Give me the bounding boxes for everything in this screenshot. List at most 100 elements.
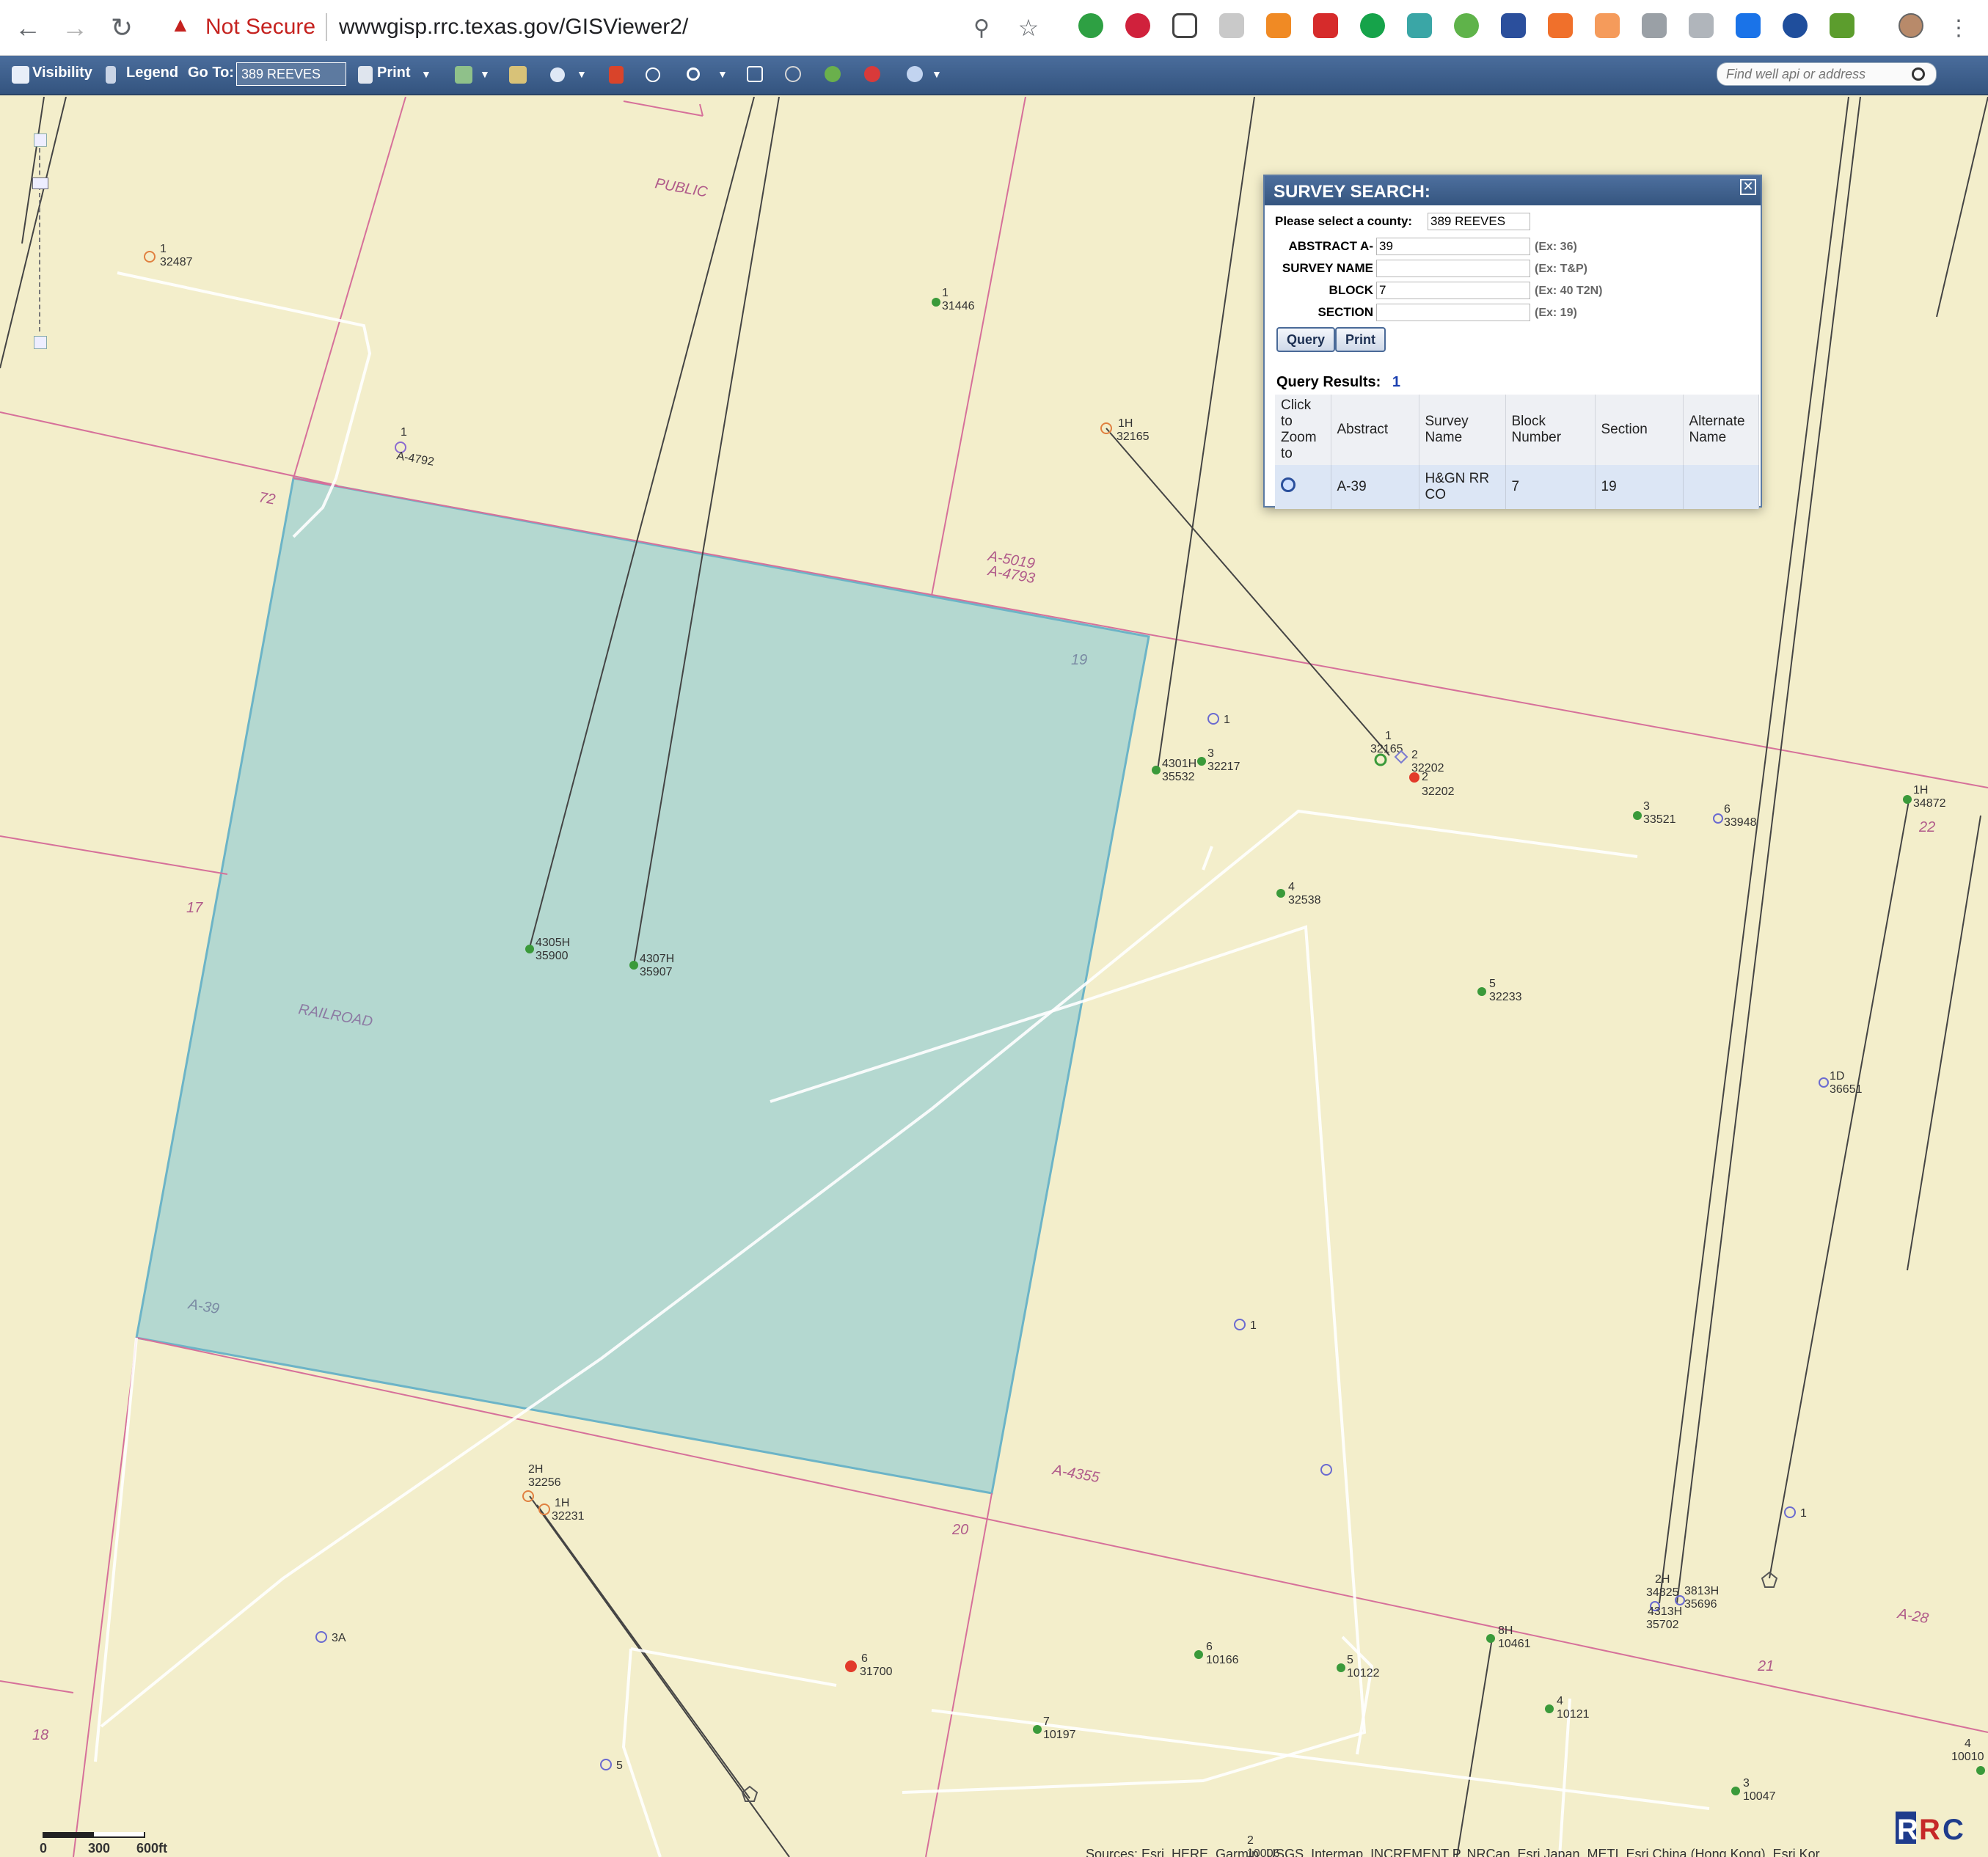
column-header: Block Number	[1505, 395, 1596, 465]
rrc-logo: R R C	[1893, 1806, 1973, 1850]
svg-text:1H: 1H	[1118, 417, 1133, 430]
clear-icon[interactable]	[864, 66, 880, 82]
scale-label: 600ft	[136, 1841, 168, 1856]
shield-icon[interactable]	[1407, 13, 1432, 38]
back-icon[interactable]: ←	[10, 10, 45, 45]
reload-icon[interactable]: ↻	[104, 10, 139, 45]
svg-text:31700: 31700	[860, 1666, 893, 1678]
globe-icon[interactable]	[825, 66, 841, 82]
table-row[interactable]: A-39 H&GN RR CO 7 19	[1275, 465, 1759, 509]
screenshot-icon[interactable]	[1172, 13, 1197, 38]
analytics-icon[interactable]	[1266, 13, 1291, 38]
pan-icon[interactable]	[785, 66, 801, 82]
zoom-track[interactable]	[39, 148, 42, 332]
chevron-down-icon[interactable]: ▼	[932, 68, 942, 80]
zoom-icon[interactable]: ⚲	[964, 10, 999, 45]
well-search-input[interactable]	[1717, 62, 1937, 86]
zoom-to-cell[interactable]	[1275, 465, 1331, 509]
grid-icon[interactable]	[1689, 13, 1714, 38]
svg-text:5: 5	[1347, 1654, 1353, 1666]
column-header: Section	[1595, 395, 1684, 465]
section-label: 22	[1918, 819, 1935, 835]
svg-text:7: 7	[1043, 1715, 1050, 1728]
drive-icon[interactable]	[1219, 13, 1244, 38]
chevron-down-icon[interactable]: ▼	[717, 68, 728, 80]
zoom-extent-icon[interactable]	[747, 66, 763, 82]
code-icon[interactable]	[1642, 13, 1667, 38]
help-icon[interactable]	[907, 66, 923, 82]
grammarly-icon[interactable]	[1360, 13, 1385, 38]
svg-text:5: 5	[1489, 978, 1496, 990]
section-example: (Ex: 19)	[1535, 307, 1577, 319]
section-label: 18	[32, 1727, 48, 1743]
query-button[interactable]: Query	[1276, 327, 1336, 352]
well-marker: 3A	[315, 1631, 346, 1644]
crosshair-icon[interactable]	[646, 67, 660, 82]
svg-text:2H: 2H	[528, 1463, 543, 1476]
svg-text:35702: 35702	[1646, 1619, 1679, 1631]
well-marker: 1 A-4792	[395, 426, 435, 469]
block-label: BLOCK	[1329, 283, 1373, 297]
address-bar[interactable]: wwwgisp.rrc.texas.gov/GISViewer2/	[339, 15, 688, 40]
svg-text:6: 6	[1206, 1641, 1213, 1653]
zoom-in-button[interactable]	[34, 133, 47, 147]
survey-search-panel: SURVEY SEARCH: ✕ Please select a county:…	[1263, 175, 1762, 509]
survey-name-field[interactable]	[1376, 260, 1530, 277]
zoom-handle[interactable]	[32, 177, 48, 189]
well-marker: 432538	[1276, 881, 1321, 906]
svg-text:6: 6	[861, 1652, 868, 1665]
book-icon[interactable]	[1501, 13, 1526, 38]
svg-text:2: 2	[1422, 771, 1428, 783]
zoom-in-icon[interactable]	[1281, 477, 1296, 492]
basemap-icon[interactable]	[455, 66, 472, 84]
well-marker: 8H10461	[1486, 1625, 1531, 1650]
block-field[interactable]	[1376, 282, 1530, 299]
close-icon[interactable]: ✕	[1740, 179, 1756, 195]
county-field[interactable]	[1428, 213, 1530, 230]
layers-icon[interactable]	[509, 66, 527, 84]
security-indicator[interactable]: Not Secure	[205, 15, 315, 40]
chevron-down-icon[interactable]: ▼	[480, 68, 490, 80]
houzz-icon[interactable]	[1830, 13, 1854, 38]
chevron-down-icon[interactable]: ▼	[421, 68, 431, 80]
hubspot-sprocket-icon[interactable]	[1595, 13, 1620, 38]
extension-icon[interactable]	[1078, 13, 1103, 38]
print-button[interactable]: Print	[377, 65, 411, 81]
hubspot-icon[interactable]	[1548, 13, 1573, 38]
section-label: 21	[1757, 1658, 1774, 1674]
lifebuoy-icon[interactable]	[1783, 13, 1808, 38]
svg-text:4: 4	[1288, 881, 1295, 893]
abstract-label: A-4355	[1050, 1462, 1101, 1486]
extension-icon[interactable]	[1313, 13, 1338, 38]
legend-button[interactable]: Legend	[126, 65, 178, 81]
flag-icon[interactable]	[609, 66, 624, 84]
svg-text:1H: 1H	[555, 1497, 569, 1509]
forward-icon[interactable]: →	[57, 10, 92, 45]
section-label: SECTION	[1318, 305, 1373, 319]
visibility-button[interactable]: Visibility	[32, 65, 92, 81]
well-marker: 232202	[1394, 749, 1444, 774]
video-icon[interactable]	[1736, 13, 1761, 38]
search-icon[interactable]	[1912, 67, 1925, 81]
info-icon[interactable]	[550, 67, 565, 82]
print-button[interactable]: Print	[1335, 327, 1386, 352]
svg-text:1: 1	[1385, 730, 1392, 742]
menu-kebab-icon[interactable]: ⋮	[1941, 10, 1976, 45]
pinterest-icon[interactable]	[1125, 13, 1150, 38]
search-icon[interactable]	[687, 67, 700, 81]
svg-text:1: 1	[160, 243, 167, 255]
chevron-down-icon[interactable]: ▼	[577, 68, 587, 80]
section-field[interactable]	[1376, 304, 1530, 321]
zoom-slider[interactable]	[32, 133, 50, 354]
profile-avatar[interactable]	[1899, 13, 1923, 38]
abstract-field[interactable]	[1376, 238, 1530, 255]
goto-county-input[interactable]	[236, 62, 346, 86]
zoom-out-button[interactable]	[34, 336, 47, 349]
abstract-example: (Ex: 36)	[1535, 241, 1577, 253]
lightbulb-icon[interactable]	[1454, 13, 1479, 38]
bookmark-star-icon[interactable]: ☆	[1011, 10, 1046, 45]
well-marker: 532233	[1477, 978, 1522, 1003]
county-label: Please select a county:	[1275, 214, 1413, 228]
abstract-label: ABSTRACT A-	[1288, 239, 1373, 253]
well-marker: 1	[1207, 713, 1230, 726]
